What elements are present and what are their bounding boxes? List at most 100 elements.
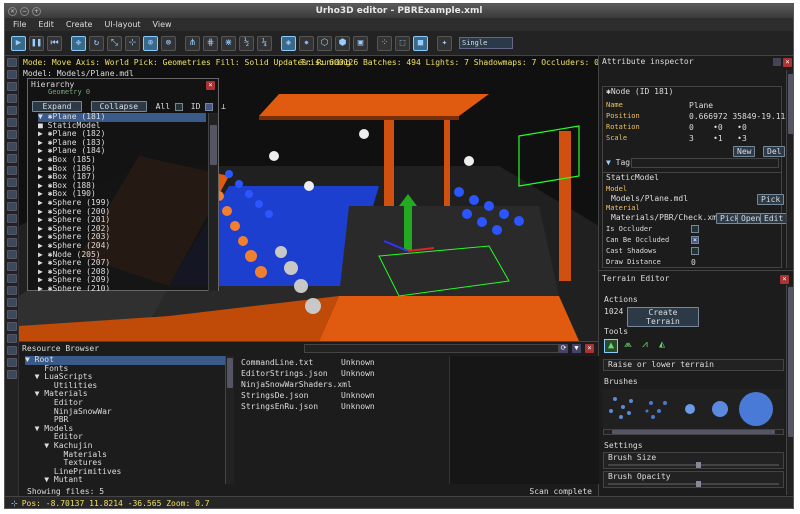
pick-zones-icon[interactable]: ⬡ — [317, 35, 332, 51]
scale-mode-icon[interactable]: ⤡ — [107, 35, 122, 51]
expand-button[interactable]: Expand — [32, 101, 82, 112]
resource-close-icon[interactable]: × — [585, 344, 594, 353]
occluded-checkbox[interactable]: × — [691, 236, 699, 244]
terrain-close-icon[interactable]: × — [780, 275, 789, 284]
create-navmesh-icon[interactable] — [7, 214, 17, 223]
resource-search-input[interactable] — [304, 344, 559, 353]
create-terrain-icon[interactable] — [7, 178, 17, 187]
fill-wireframe-icon[interactable]: ⬚ — [395, 35, 410, 51]
brush-opacity-handle[interactable] — [696, 481, 701, 487]
inspector-scrollbar[interactable] — [786, 70, 793, 268]
paint-tool-icon[interactable]: ◭ — [655, 339, 669, 353]
create-skybox-icon[interactable] — [7, 334, 17, 343]
resource-tree-thumb[interactable] — [227, 358, 233, 388]
select-mode-icon[interactable]: ⊹ — [125, 35, 140, 51]
menu-create[interactable]: Create — [66, 20, 93, 29]
raise-lower-tool-icon[interactable]: ▲ — [604, 339, 618, 353]
del-button[interactable]: Del — [763, 146, 786, 157]
menu-edit[interactable]: Edit — [38, 20, 54, 29]
view-mode-icon[interactable]: ✦ — [437, 35, 452, 51]
collapse-button[interactable]: Collapse — [90, 101, 147, 112]
save-scene-icon[interactable] — [7, 82, 17, 91]
create-node-icon[interactable] — [7, 94, 17, 103]
rotation-field[interactable]: 0 •0 •0 — [689, 123, 747, 132]
resource-file-item[interactable]: EditorStrings.json Unknown — [241, 368, 441, 379]
pause-icon[interactable]: ❚❚ — [29, 35, 44, 51]
local-axis-icon[interactable]: ⊗ — [161, 35, 176, 51]
hierarchy-sort-icon[interactable]: ⊥ — [221, 102, 226, 111]
position-field[interactable]: 0.666972 35849-19.115 — [689, 112, 790, 121]
flatten-tool-icon[interactable]: ⩘ — [638, 339, 652, 353]
tags-expand-icon[interactable]: ▼ — [606, 158, 611, 167]
create-billboard-icon[interactable] — [7, 310, 17, 319]
model-pick-button[interactable]: Pick — [757, 194, 785, 205]
create-zone-icon[interactable] — [7, 118, 17, 127]
terrain-scroll-thumb[interactable] — [788, 287, 793, 437]
smooth-tool-icon[interactable]: ⩕ — [621, 339, 635, 353]
resource-tree-scrollbar[interactable] — [225, 356, 234, 484]
create-script-icon[interactable] — [7, 226, 17, 235]
create-light-icon[interactable] — [7, 106, 17, 115]
create-terrain-button[interactable]: Create Terrain — [627, 307, 699, 327]
create-model-icon[interactable] — [7, 130, 17, 139]
material-edit-button[interactable]: Edit — [760, 213, 788, 224]
material-field[interactable]: Materials/PBR/Check.xm — [611, 213, 717, 222]
play-icon[interactable]: ▶ — [11, 35, 26, 51]
model-field[interactable]: Models/Plane.mdl — [611, 194, 688, 203]
rotate-mode-icon[interactable]: ↻ — [89, 35, 104, 51]
filter-icon[interactable]: ▼ — [572, 344, 581, 353]
create-other-icon[interactable] — [7, 370, 17, 379]
create-text-icon[interactable] — [7, 190, 17, 199]
snap-quarter-icon[interactable]: ¼ — [257, 35, 272, 51]
menu-view[interactable]: View — [153, 20, 172, 29]
tags-field[interactable] — [631, 158, 779, 168]
hierarchy-close-icon[interactable]: × — [206, 81, 215, 90]
create-ribbon-icon[interactable] — [7, 322, 17, 331]
create-constraint-icon[interactable] — [7, 262, 17, 271]
pick-rigidbodies-icon[interactable]: ⬢ — [335, 35, 350, 51]
inspector-scroll-thumb[interactable] — [788, 74, 793, 134]
snap-half-icon[interactable]: ½ — [239, 35, 254, 51]
fill-points-icon[interactable]: ⁘ — [377, 35, 392, 51]
id-checkbox[interactable] — [205, 102, 214, 111]
pick-ui-icon[interactable]: ▣ — [353, 35, 368, 51]
create-camera-icon[interactable] — [7, 142, 17, 151]
name-field[interactable]: Plane — [689, 101, 713, 110]
resource-folder-item[interactable]: ▼ Mutant — [25, 476, 225, 484]
resource-file-item[interactable]: CommandLine.txt Unknown — [241, 357, 441, 368]
menu-file[interactable]: File — [13, 20, 26, 29]
all-checkbox[interactable] — [174, 102, 183, 111]
open-scene-icon[interactable] — [7, 70, 17, 79]
new-scene-icon[interactable] — [7, 58, 17, 67]
create-decal-icon[interactable] — [7, 298, 17, 307]
create-vehicle-icon[interactable] — [7, 358, 17, 367]
create-collision-icon[interactable] — [7, 274, 17, 283]
brush-scroll-thumb[interactable] — [612, 430, 775, 434]
resource-file-item[interactable]: StringsDe.json Unknown — [241, 390, 441, 401]
menu-ui-layout[interactable]: UI-layout — [104, 20, 140, 29]
create-water-icon[interactable] — [7, 346, 17, 355]
scale-field[interactable]: 3 •1 •3 — [689, 134, 747, 143]
draw-distance-field[interactable]: 0 — [691, 258, 696, 267]
brush-scrollbar[interactable] — [603, 429, 784, 435]
hierarchy-node-item[interactable]: ▶ ✱Sphere (210) — [38, 284, 206, 291]
fill-solid-icon[interactable]: ■ — [413, 35, 428, 51]
brush-list[interactable] — [603, 389, 784, 429]
world-axis-icon[interactable]: ⊕ — [143, 35, 158, 51]
snap-move-icon[interactable]: ⋔ — [185, 35, 200, 51]
snap-scale-icon[interactable]: ⋇ — [221, 35, 236, 51]
view-mode-select[interactable]: Single — [459, 37, 513, 49]
create-ui-icon[interactable] — [7, 238, 17, 247]
terrain-size-field[interactable]: 1024 — [604, 307, 623, 316]
pick-lights-icon[interactable]: ✷ — [299, 35, 314, 51]
hierarchy-scrollbar[interactable] — [208, 113, 218, 291]
snap-rotate-icon[interactable]: ⋕ — [203, 35, 218, 51]
scene-viewport[interactable]: Mode: Move Axis: World Pick: Geometries … — [19, 56, 599, 341]
shadows-checkbox[interactable] — [691, 247, 699, 255]
create-particles-icon[interactable] — [7, 166, 17, 175]
revert-icon[interactable]: ⏮ — [47, 35, 62, 51]
occluder-checkbox[interactable] — [691, 225, 699, 233]
brush-size-handle[interactable] — [696, 462, 701, 468]
refresh-icon[interactable]: ⟳ — [559, 344, 568, 353]
move-mode-icon[interactable]: ✥ — [71, 35, 86, 51]
